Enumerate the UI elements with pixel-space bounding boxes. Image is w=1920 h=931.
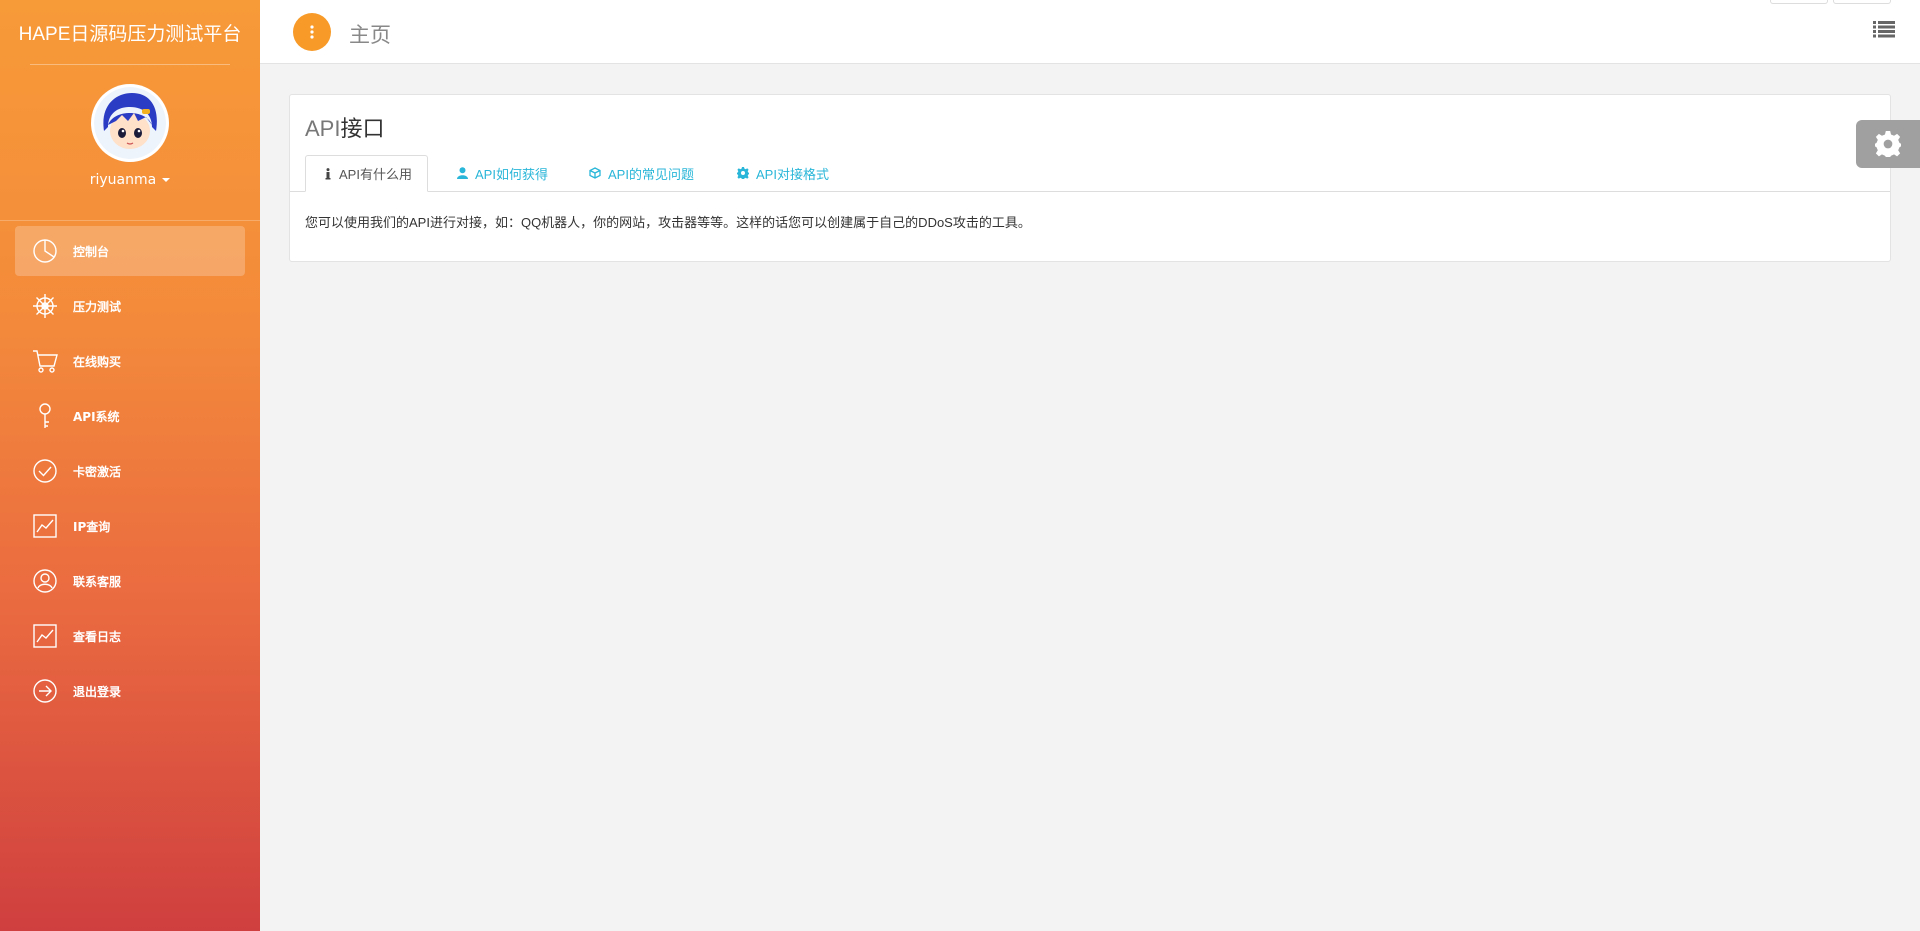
tab-label: API如何获得 — [475, 166, 548, 182]
check-circle-icon — [30, 456, 60, 486]
sidebar-item-logs[interactable]: 查看日志 — [15, 611, 245, 661]
tab-label: API有什么用 — [339, 167, 412, 182]
sidebar-item-label: 查看日志 — [73, 629, 122, 644]
gear-icon — [737, 167, 749, 179]
sidebar-item-ip-lookup[interactable]: IP查询 — [15, 501, 245, 551]
sidebar-item-buy[interactable]: 在线购买 — [15, 336, 245, 386]
sidebar-item-label: 控制台 — [73, 244, 110, 259]
divider — [0, 220, 260, 221]
dashboard-pie-icon — [30, 236, 60, 266]
sidebar: HAPE日源码压力测试平台 riyuanma 控制台 压力测试 在线购买 API… — [0, 0, 260, 931]
brand-title[interactable]: HAPE日源码压力测试平台 — [0, 0, 260, 64]
top-edge-tab[interactable] — [1833, 0, 1891, 4]
sidebar-item-dashboard[interactable]: 控制台 — [15, 226, 245, 276]
tab-label: API的常见问题 — [608, 166, 694, 182]
menu-toggle-button[interactable] — [293, 13, 331, 51]
info-icon — [324, 167, 332, 180]
line-chart-icon — [30, 511, 60, 541]
caret-down-icon — [162, 178, 171, 182]
arrow-right-circle-icon — [30, 676, 60, 706]
sidebar-nav: 控制台 压力测试 在线购买 API系统 卡密激活 IP查询 联系客服 查看日志 … — [15, 226, 245, 721]
cube-icon — [589, 167, 601, 179]
list-icon[interactable] — [1873, 20, 1895, 38]
sidebar-item-label: 退出登录 — [73, 684, 122, 699]
sidebar-item-label: IP查询 — [73, 519, 111, 534]
sidebar-item-activate[interactable]: 卡密激活 — [15, 446, 245, 496]
username: riyuanma — [89, 172, 157, 188]
tab-label: API对接格式 — [756, 166, 829, 182]
panel-title: API接口 — [305, 111, 384, 143]
sidebar-item-stress-test[interactable]: 压力测试 — [15, 281, 245, 331]
vertical-dots-icon — [310, 25, 314, 39]
user-menu[interactable]: riyuanma — [0, 172, 260, 188]
settings-button[interactable] — [1856, 120, 1920, 168]
panel-title-prefix: API — [305, 116, 341, 141]
top-edge-tab[interactable] — [1770, 0, 1828, 4]
tab-api-obtain[interactable]: API如何获得 — [457, 155, 548, 191]
panel-tabs: API有什么用 API如何获得 API的常见问题 API对接格式 — [290, 155, 1890, 192]
top-bar: 主页 — [260, 0, 1920, 64]
key-icon — [30, 401, 60, 431]
page-title: 主页 — [349, 24, 391, 47]
tab-content-text: 您可以使用我们的API进行对接，如：QQ机器人，你的网站，攻击器等等。这样的话您… — [305, 215, 1031, 230]
panel-title-rest: 接口 — [340, 116, 385, 141]
tab-api-faq[interactable]: API的常见问题 — [589, 155, 694, 191]
sidebar-item-logout[interactable]: 退出登录 — [15, 666, 245, 716]
user-circle-icon — [30, 566, 60, 596]
line-chart-icon — [30, 621, 60, 651]
user-icon — [457, 167, 468, 179]
sidebar-item-api[interactable]: API系统 — [15, 391, 245, 441]
tab-api-usage[interactable]: API有什么用 — [305, 155, 428, 192]
avatar[interactable] — [91, 84, 169, 162]
api-panel: API接口 API有什么用 API如何获得 API的常见问题 API对接格式 您… — [289, 94, 1891, 262]
sidebar-item-label: 卡密激活 — [73, 464, 122, 479]
ship-wheel-icon — [30, 291, 60, 321]
sidebar-item-label: 压力测试 — [73, 299, 122, 314]
sidebar-item-support[interactable]: 联系客服 — [15, 556, 245, 606]
sidebar-item-label: API系统 — [73, 409, 120, 424]
sidebar-item-label: 联系客服 — [73, 574, 122, 589]
divider — [30, 64, 230, 65]
tab-api-format[interactable]: API对接格式 — [737, 155, 829, 191]
gear-icon — [1875, 131, 1901, 157]
sidebar-item-label: 在线购买 — [73, 354, 122, 369]
cart-icon — [30, 346, 60, 376]
